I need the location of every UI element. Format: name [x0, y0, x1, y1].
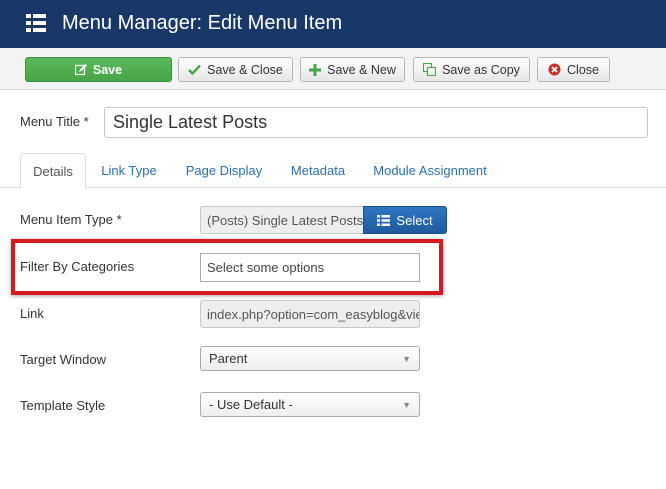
- menu-item-type-field: (Posts) Single Latest Posts: [200, 206, 364, 234]
- close-icon: [548, 63, 561, 76]
- dropdown-arrow-icon: ▼: [402, 353, 411, 364]
- close-button[interactable]: Close: [537, 57, 610, 82]
- tab-link-type[interactable]: Link Type: [90, 153, 168, 188]
- template-style-label: Template Style: [20, 398, 106, 413]
- tab-module-assignment[interactable]: Module Assignment: [362, 153, 498, 188]
- save-close-button-label: Save & Close: [207, 62, 283, 77]
- page-title: Menu Manager: Edit Menu Item: [62, 12, 343, 34]
- template-style-value: - Use Default -: [209, 397, 293, 412]
- target-window-value: Parent: [209, 351, 248, 366]
- save-new-button-label: Save & New: [327, 62, 396, 77]
- menu-title-label: Menu Title *: [20, 114, 89, 129]
- save-button[interactable]: Save: [25, 57, 172, 82]
- filter-by-categories-label: Filter By Categories: [20, 259, 135, 274]
- title-bar: Menu Manager: Edit Menu Item: [0, 0, 666, 48]
- dropdown-arrow-icon: ▼: [402, 399, 411, 410]
- save-as-copy-button[interactable]: Save as Copy: [413, 57, 530, 82]
- copy-icon: [423, 63, 437, 76]
- tab-bar: Details Link Type Page Display Metadata …: [0, 153, 666, 189]
- tab-metadata[interactable]: Metadata: [280, 153, 356, 188]
- toolbar: Save Save & Close Save & New Save as Cop…: [0, 48, 666, 90]
- menu-title-input[interactable]: [104, 107, 648, 138]
- list-icon: [26, 14, 46, 32]
- save-new-button[interactable]: Save & New: [300, 57, 405, 82]
- checkmark-icon: [188, 64, 202, 75]
- save-button-label: Save: [92, 62, 123, 77]
- list-icon: [377, 214, 391, 226]
- plus-icon: [309, 63, 322, 76]
- edit-icon: [74, 63, 87, 75]
- select-button-label: Select: [396, 212, 433, 228]
- tab-details[interactable]: Details: [20, 153, 86, 189]
- target-window-label: Target Window: [20, 352, 106, 367]
- menu-item-type-label: Menu Item Type *: [20, 212, 122, 227]
- tab-page-display[interactable]: Page Display: [174, 153, 274, 188]
- select-menu-item-type-button[interactable]: Select: [363, 206, 447, 234]
- link-field: index.php?option=com_easyblog&view=lates…: [200, 300, 420, 328]
- save-close-button[interactable]: Save & Close: [178, 57, 293, 82]
- target-window-select[interactable]: Parent ▼: [200, 346, 420, 371]
- save-as-copy-button-label: Save as Copy: [442, 62, 520, 77]
- close-button-label: Close: [567, 62, 599, 77]
- link-label: Link: [20, 306, 44, 321]
- filter-by-categories-input[interactable]: Select some options: [200, 253, 420, 282]
- template-style-select[interactable]: - Use Default - ▼: [200, 392, 420, 417]
